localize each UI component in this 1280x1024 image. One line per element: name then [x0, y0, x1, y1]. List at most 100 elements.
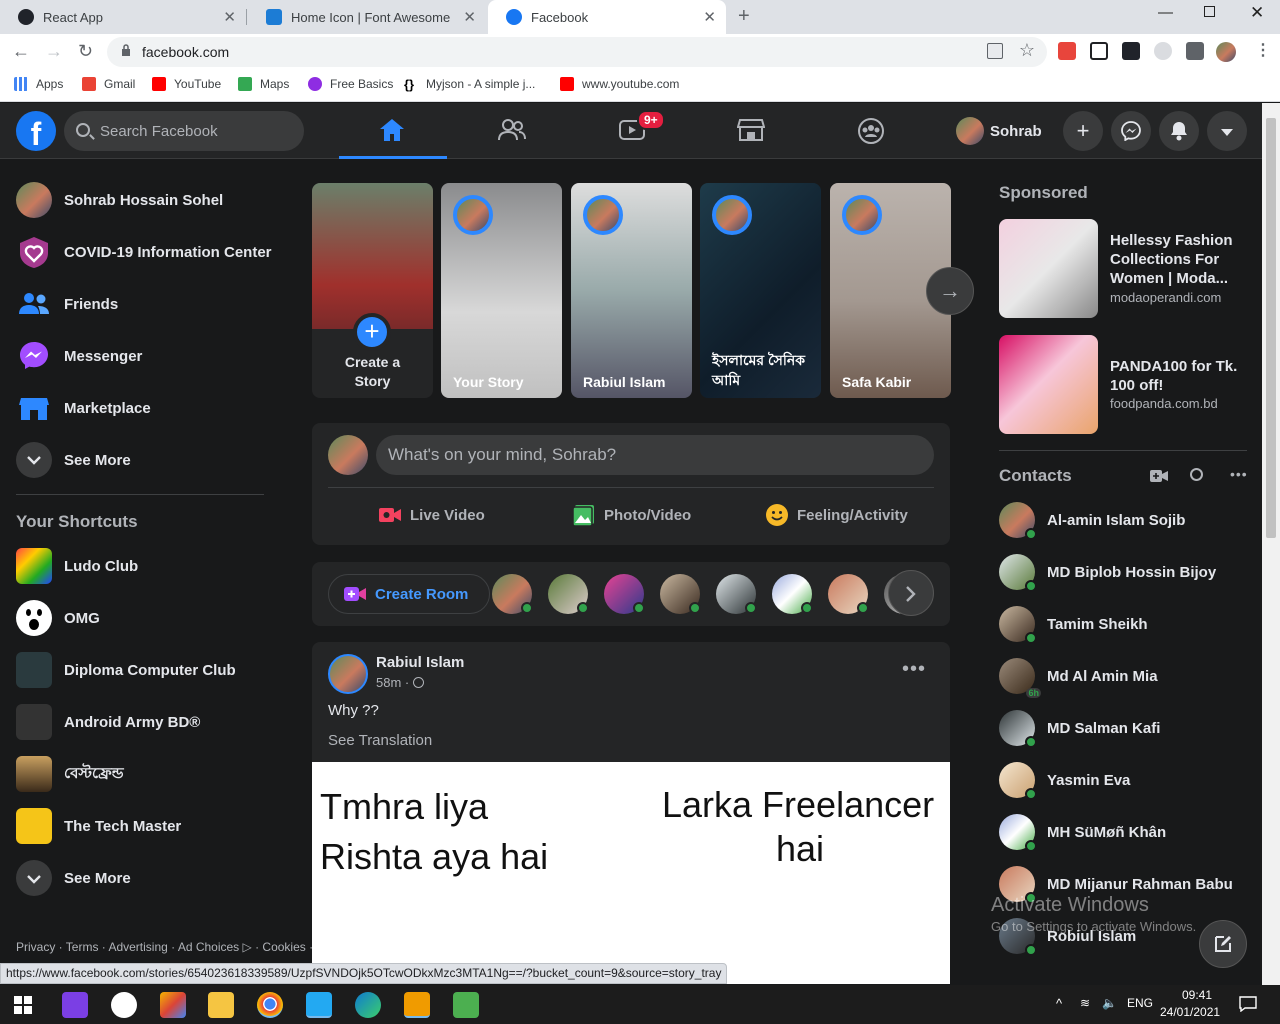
bookmark-star-icon[interactable]: ☆ — [1019, 40, 1035, 61]
close-tab-icon[interactable]: ✕ — [703, 8, 716, 26]
stories-next-arrow-icon[interactable]: → — [926, 267, 974, 315]
reload-icon[interactable]: ↻ — [78, 41, 93, 62]
facebook-logo[interactable]: f — [16, 111, 56, 152]
intellij-icon[interactable] — [62, 992, 88, 1018]
sponsored-ad-foodpanda[interactable]: PANDA100 for Tk. 100 off! foodpanda.com.… — [999, 335, 1249, 435]
contact-item[interactable]: MH SüMøñ Khân — [999, 810, 1166, 854]
shortcut-android-army[interactable]: Android Army BD® — [16, 700, 200, 744]
new-message-button[interactable] — [1199, 920, 1247, 968]
contact-item[interactable]: Yasmin Eva — [999, 758, 1130, 802]
bookmark-free-basics[interactable]: Free Basics — [308, 77, 393, 91]
browser-tab-facebook[interactable]: Facebook ✕ — [488, 0, 726, 34]
task-manager-icon[interactable] — [453, 992, 479, 1018]
file-explorer-icon[interactable] — [208, 992, 234, 1018]
shortcut-bestfriend[interactable]: বেস্টফ্রেন্ড — [16, 752, 124, 796]
contact-item[interactable]: Al-amin Islam Sojib — [999, 498, 1185, 542]
search-box[interactable] — [64, 111, 304, 151]
bookmark-youtube-com[interactable]: www.youtube.com — [560, 77, 679, 91]
sidebar-see-more[interactable]: See More — [16, 438, 131, 482]
nav-watch[interactable] — [578, 103, 686, 159]
maximize-icon[interactable] — [1204, 6, 1215, 17]
sublime-text-icon[interactable] — [404, 992, 430, 1018]
story-rabiul-islam[interactable]: Rabiul Islam — [571, 183, 692, 398]
sidebar-item-friends[interactable]: Friends — [16, 282, 118, 326]
git-app-icon[interactable] — [160, 992, 186, 1018]
extensions-puzzle-icon[interactable] — [1186, 42, 1204, 60]
account-menu-button[interactable] — [1207, 111, 1247, 151]
shortcut-diploma-computer-club[interactable]: Diploma Computer Club — [16, 648, 236, 692]
contacts-options-icon[interactable]: ••• — [1230, 466, 1248, 482]
room-friend-avatar[interactable] — [604, 574, 645, 614]
new-tab-button[interactable]: + — [738, 5, 750, 28]
notifications-button[interactable] — [1159, 111, 1199, 151]
post-author-avatar[interactable] — [328, 654, 368, 694]
nav-friends[interactable] — [458, 103, 566, 159]
search-input[interactable] — [100, 111, 290, 151]
sponsored-ad-moda[interactable]: Hellessy Fashion Collections For Women |… — [999, 219, 1249, 319]
shortcut-tech-master[interactable]: The Tech Master — [16, 804, 181, 848]
word-app-icon[interactable] — [111, 992, 137, 1018]
post-author-name[interactable]: Rabiul Islam — [376, 654, 464, 671]
extension-gray-icon[interactable] — [1154, 42, 1172, 60]
tray-chevron-up-icon[interactable]: ^ — [1056, 996, 1062, 1011]
scrollbar-thumb[interactable] — [1266, 118, 1276, 538]
forward-icon[interactable]: → — [45, 41, 63, 62]
chrome-menu-icon[interactable]: ⋮ — [1255, 40, 1271, 60]
clock-date[interactable]: 24/01/2021 — [1160, 1005, 1220, 1019]
post-image[interactable]: Tmhra liya Rishta aya hai Larka Freelanc… — [312, 762, 950, 984]
messenger-button[interactable] — [1111, 111, 1151, 151]
story-islamer-soinik[interactable]: ইসলামের সৈনিক আমি — [700, 183, 821, 398]
browser-tab-font-awesome[interactable]: Home Icon | Font Awesome ✕ — [248, 0, 486, 34]
volume-icon[interactable]: 🔈 — [1102, 996, 1117, 1010]
profile-button[interactable]: Sohrab — [956, 113, 1042, 149]
sidebar-item-covid[interactable]: COVID-19 Information Center — [16, 230, 272, 274]
vscode-icon[interactable] — [306, 992, 332, 1018]
close-tab-icon[interactable]: ✕ — [223, 8, 236, 26]
bookmark-myjson[interactable]: {} Myjson - A simple j... — [404, 77, 535, 92]
bookmark-apps[interactable]: Apps — [14, 77, 63, 91]
room-friend-avatar[interactable] — [492, 574, 533, 614]
story-your-story[interactable]: Your Story — [441, 183, 562, 398]
translate-icon[interactable] — [987, 43, 1003, 59]
whats-on-your-mind-input[interactable]: What's on your mind, Sohrab? — [376, 435, 934, 475]
bookmark-gmail[interactable]: Gmail — [82, 77, 135, 91]
screenshot-extension-icon[interactable] — [1090, 42, 1108, 60]
sidebar-item-marketplace[interactable]: Marketplace — [16, 386, 151, 430]
contact-item[interactable]: MD Salman Kafi — [999, 706, 1160, 750]
shortcut-ludo-club[interactable]: Ludo Club — [16, 544, 138, 588]
edge-icon[interactable] — [355, 992, 381, 1018]
feeling-activity-button[interactable]: Feeling/Activity — [765, 495, 908, 535]
windows-start-icon[interactable] — [14, 996, 32, 1014]
bookmark-youtube[interactable]: YouTube — [152, 77, 221, 91]
nav-marketplace[interactable] — [697, 103, 805, 159]
extension-red-icon[interactable] — [1058, 42, 1076, 60]
room-friend-avatar[interactable] — [716, 574, 757, 614]
sidebar-item-messenger[interactable]: Messenger — [16, 334, 142, 378]
see-translation-link[interactable]: See Translation — [328, 732, 432, 749]
sidebar-item-profile[interactable]: Sohrab Hossain Sohel — [16, 178, 223, 222]
live-video-button[interactable]: Live Video — [378, 495, 485, 535]
contact-item[interactable]: Tamim Sheikh — [999, 602, 1148, 646]
bookmark-maps[interactable]: Maps — [238, 77, 289, 91]
photo-video-button[interactable]: Photo/Video — [572, 495, 691, 535]
search-contacts-icon[interactable] — [1190, 468, 1203, 481]
close-tab-icon[interactable]: ✕ — [463, 8, 476, 26]
shortcuts-see-more[interactable]: See More — [16, 856, 131, 900]
post-options-icon[interactable]: ••• — [902, 658, 926, 681]
language-indicator[interactable]: ENG — [1127, 996, 1153, 1010]
contact-item[interactable]: MD Biplob Hossin Bijoy — [999, 550, 1216, 594]
post-timestamp[interactable]: 58m · — [376, 675, 424, 690]
minimize-icon[interactable]: — — [1158, 4, 1173, 21]
story-create[interactable]: + Create a Story — [312, 183, 433, 398]
new-room-video-icon[interactable] — [1150, 469, 1168, 483]
clock-time[interactable]: 09:41 — [1172, 988, 1222, 1002]
room-friend-avatar[interactable] — [772, 574, 813, 614]
browser-tab-react-app[interactable]: React App ✕ — [0, 0, 246, 34]
notification-center-icon[interactable] — [1239, 996, 1257, 1012]
create-room-button[interactable]: Create Room — [328, 574, 490, 614]
shortcut-omg[interactable]: OMG — [16, 596, 100, 640]
room-friend-avatar[interactable] — [548, 574, 589, 614]
nav-home[interactable] — [339, 103, 447, 159]
chrome-taskbar-icon[interactable] — [257, 992, 283, 1018]
room-friend-avatar[interactable] — [828, 574, 869, 614]
